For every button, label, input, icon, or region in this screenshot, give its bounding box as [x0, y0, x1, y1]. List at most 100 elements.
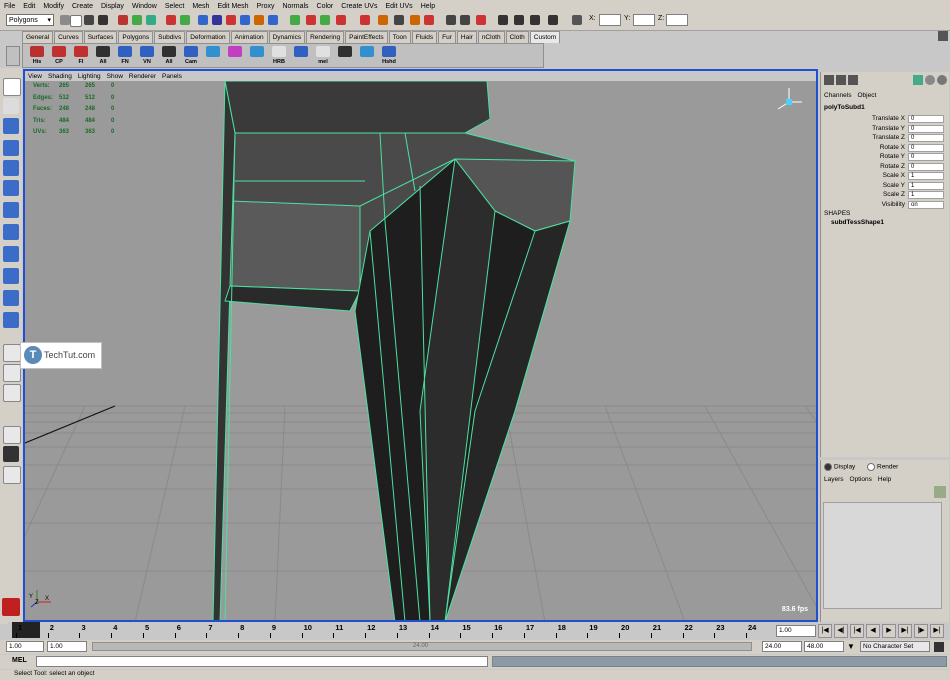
mask-deform-icon[interactable] [226, 15, 236, 25]
select-tool-icon[interactable] [3, 78, 21, 96]
render-settings-icon[interactable] [446, 15, 456, 25]
attr-row-rotate-z[interactable]: Rotate Z0 [821, 162, 949, 172]
channel-box-layout-icon[interactable] [824, 75, 834, 85]
menu-create-uvs[interactable]: Create UVs [337, 3, 381, 10]
history-icon[interactable] [378, 15, 388, 25]
shelf-icon-14[interactable]: mel [313, 45, 333, 65]
panel-menu-view[interactable]: View [25, 73, 45, 80]
viewport-scene[interactable] [25, 81, 816, 622]
shelf-icon-6[interactable]: VN [137, 45, 157, 65]
attr-row-visibility[interactable]: Visibility on [821, 200, 949, 210]
channel-box-layout-2-icon[interactable] [836, 75, 846, 85]
universal-manipulator-icon[interactable] [3, 202, 19, 218]
tool-settings-icon[interactable] [514, 15, 524, 25]
paint-select-tool-icon[interactable] [3, 118, 19, 134]
panel-menu-panels[interactable]: Panels [159, 73, 185, 80]
snap-view-plane-icon[interactable] [336, 15, 346, 25]
tool-settings-toggle-icon[interactable] [925, 75, 935, 85]
shelf-tab-rendering[interactable]: Rendering [306, 31, 345, 43]
playback-end-field[interactable]: 24.00 [762, 641, 802, 652]
shelf-tab-painteffects[interactable]: PaintEffects [345, 31, 388, 43]
channel-menu-channels[interactable]: Channels [821, 92, 854, 101]
split-polygon-tool-icon[interactable] [3, 290, 19, 306]
menu-create[interactable]: Create [68, 3, 97, 10]
attr-row-scale-x[interactable]: Scale X1 [821, 172, 949, 181]
attr-value[interactable]: 1 [908, 181, 944, 190]
layout-options-icon[interactable] [3, 466, 21, 484]
shelf-icon-9[interactable] [203, 45, 223, 65]
menu-window[interactable]: Window [128, 3, 161, 10]
panel-menu-show[interactable]: Show [104, 73, 126, 80]
time-slider[interactable]: 1 2 3 4 5 6 7 8 9 10 11 12 13 14 15 16 17 18 19 20 21 22 23 24 [8, 622, 770, 638]
menu-file[interactable]: File [0, 3, 19, 10]
shelf-tab-subdivs[interactable]: Subdivs [154, 31, 186, 43]
move-tool-icon[interactable] [3, 140, 19, 156]
animation-end-field[interactable]: 48.00 [804, 641, 844, 652]
lasso-tool-icon[interactable] [3, 98, 19, 114]
attr-value[interactable]: 0 [908, 162, 944, 171]
attr-row-translate-z[interactable]: Translate Z0 [821, 134, 949, 143]
attr-row-scale-y[interactable]: Scale Y1 [821, 181, 949, 191]
x-field[interactable] [599, 14, 621, 26]
play-forwards-icon[interactable]: ▶ [882, 624, 896, 638]
mask-surface-icon[interactable] [212, 15, 222, 25]
input-output-icon[interactable] [360, 15, 370, 25]
shelf-tab-deformation[interactable]: Deformation [186, 31, 230, 43]
shelf-icon-7[interactable]: All [159, 45, 179, 65]
shelf-tab-dynamics[interactable]: Dynamics [268, 31, 306, 43]
four-view-layout-icon[interactable] [3, 364, 21, 382]
shelf-tab-general[interactable]: General [22, 31, 54, 43]
save-scene-icon[interactable] [98, 15, 108, 25]
shelf-trash-icon[interactable] [938, 31, 948, 41]
shelf-tab-toon[interactable]: Toon [388, 31, 411, 43]
attr-row-translate-y[interactable]: Translate Y0 [821, 124, 949, 134]
shelf-icon-1[interactable]: His [27, 45, 47, 65]
channel-menu-object[interactable]: Object [854, 92, 879, 101]
attr-value[interactable]: 0 [908, 115, 944, 123]
mask-render-icon[interactable] [254, 15, 264, 25]
attr-value[interactable]: on [908, 200, 944, 209]
play-backwards-icon[interactable]: ◀ [866, 624, 880, 638]
auto-key-icon[interactable] [934, 642, 944, 652]
attr-value[interactable]: 0 [908, 124, 944, 133]
layer-menu-layers[interactable]: Layers [824, 476, 844, 483]
render-frame-icon[interactable] [410, 15, 420, 25]
persp-outliner-layout-icon[interactable] [3, 384, 21, 402]
new-scene-icon[interactable] [70, 15, 82, 27]
last-tool-icon[interactable] [3, 268, 19, 284]
shelf-tab-animation[interactable]: Animation [230, 31, 268, 43]
current-frame-field[interactable]: 1.00 [776, 625, 816, 637]
shelf-tab-hair[interactable]: Hair [456, 31, 477, 43]
render-view-icon[interactable] [476, 15, 486, 25]
shelf-tab-custom[interactable]: Custom [529, 31, 561, 43]
shelf-tab-polygons[interactable]: Polygons [118, 31, 154, 43]
menu-display[interactable]: Display [97, 3, 128, 10]
hypershade-icon[interactable] [460, 15, 470, 25]
shelf-tab-cloth[interactable]: Cloth [505, 31, 529, 43]
menu-edit[interactable]: Edit [19, 3, 39, 10]
menu-normals[interactable]: Normals [278, 3, 312, 10]
snap-curve-icon[interactable] [306, 15, 316, 25]
shelf-menu-icon[interactable] [6, 46, 20, 66]
open-scene-icon[interactable] [84, 15, 94, 25]
attr-row-rotate-y[interactable]: Rotate Y0 [821, 153, 949, 162]
mask-dynamics-icon[interactable] [240, 15, 250, 25]
attr-row-scale-z[interactable]: Scale Z1 [821, 191, 949, 200]
panel-menu-shading[interactable]: Shading [45, 73, 75, 80]
attr-value[interactable]: 1 [908, 172, 944, 180]
mask-joint-icon[interactable] [180, 15, 190, 25]
attr-row-rotate-x[interactable]: Rotate X0 [821, 143, 949, 153]
attribute-editor-toggle-icon[interactable] [913, 75, 923, 85]
mask-misc-icon[interactable] [268, 15, 278, 25]
playback-start-field[interactable]: 1.00 [47, 641, 87, 652]
perspective-viewport[interactable]: View Shading Lighting Show Renderer Panels [23, 69, 818, 622]
go-to-start-icon[interactable]: |◀ [818, 624, 832, 638]
z-field[interactable] [666, 14, 688, 26]
step-forward-key-icon[interactable]: ▶| [898, 624, 912, 638]
ipr-render-icon[interactable] [424, 15, 434, 25]
menu-modify[interactable]: Modify [39, 3, 68, 10]
select-object-icon[interactable] [132, 15, 142, 25]
shape-node-item[interactable]: subdTessShape1 [831, 219, 884, 226]
channel-box-layout-3-icon[interactable] [848, 75, 858, 85]
transform-mode-icon[interactable] [572, 15, 582, 25]
